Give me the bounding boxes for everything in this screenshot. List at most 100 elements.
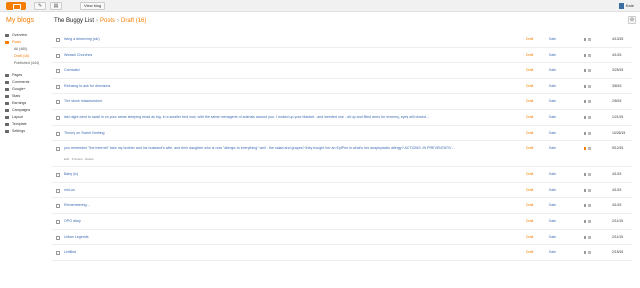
sidebar-item-settings[interactable]: Settings [0, 128, 50, 135]
post-title-link[interactable]: Carnivals! [64, 68, 456, 73]
post-title-link[interactable]: Refusing to ask for directions [64, 84, 456, 89]
post-title-link[interactable]: living a deserving (sic) [64, 37, 456, 42]
row-checkbox[interactable] [56, 219, 60, 224]
sidebar-item-pages[interactable]: Pages [0, 72, 50, 79]
table-row[interactable]: Carnivals! Draft Kate 3/25/15 [52, 63, 632, 79]
table-row[interactable]: you remember "the Internet" fake my brot… [52, 141, 632, 168]
table-row[interactable]: living a deserving (sic) Draft Kate 4/13/15 [52, 32, 632, 48]
post-author-link[interactable]: Kate [549, 53, 556, 58]
sidebar-item-label: Overview [12, 33, 27, 37]
row-checkbox[interactable] [56, 131, 60, 136]
status-badge: Draft [526, 114, 534, 119]
row-checkbox[interactable] [56, 84, 60, 89]
post-title-link[interactable]: The stove misadventure [64, 99, 456, 104]
post-author-link[interactable]: Kate [549, 219, 556, 224]
post-date: 4/1/15 [612, 187, 622, 192]
post-author-link[interactable]: Kate [549, 172, 556, 177]
post-author-link[interactable]: Kate [549, 146, 556, 151]
row-checkbox[interactable] [56, 204, 60, 209]
sidebar-item-template[interactable]: Template [0, 121, 50, 128]
post-actions[interactable]: Edit · Preview · Delete [64, 157, 94, 161]
post-author-link[interactable]: Kate [549, 203, 556, 208]
comment-stats-icon [584, 204, 592, 208]
post-title-link[interactable]: OPO diary [64, 219, 456, 224]
post-author-link[interactable]: Kate [549, 99, 556, 104]
post-title-link[interactable]: Baby (ix) [64, 172, 456, 177]
sidebar-item-comments[interactable]: Comments [0, 79, 50, 86]
breadcrumb-blog[interactable]: The Buggy List [54, 18, 94, 24]
post-author-link[interactable]: Kate [549, 68, 556, 73]
layout-icon [5, 116, 9, 119]
top-bar: ✎ ▤ View blog Kate [0, 0, 640, 12]
table-row[interactable]: Untitled Draft Kate 2/15/15 [52, 245, 632, 261]
comment-stats-icon [584, 84, 592, 88]
post-title-link[interactable]: Theory on Sweet Nothing [64, 131, 456, 136]
post-title-link[interactable]: mid-us [64, 188, 456, 193]
table-row[interactable]: last night went to swall in on your area… [52, 110, 632, 126]
table-row[interactable]: Theory on Sweet Nothing Draft Kate 10/26/15 [52, 126, 632, 142]
sidebar-item-label: Settings [12, 129, 25, 133]
row-checkbox[interactable] [56, 173, 60, 178]
table-row[interactable]: Remembering... Draft Kate 4/1/15 [52, 198, 632, 214]
row-checkbox[interactable] [56, 115, 60, 120]
sidebar-item-google-plus[interactable]: Google+ [0, 86, 50, 93]
comments-icon [5, 81, 9, 84]
comment-stats-icon [584, 147, 592, 151]
post-date: 10/26/15 [612, 130, 626, 135]
post-title-link[interactable]: Urban Legends [64, 235, 456, 240]
user-name: Kate [625, 3, 634, 8]
sidebar-item-earnings[interactable]: Earnings [0, 100, 50, 107]
table-row[interactable]: Refusing to ask for directions Draft Kate 3… [52, 79, 632, 95]
user-menu[interactable]: Kate [618, 2, 634, 10]
row-checkbox[interactable] [56, 188, 60, 193]
row-checkbox[interactable] [56, 69, 60, 74]
post-author-link[interactable]: Kate [549, 235, 556, 240]
post-author-link[interactable]: Kate [549, 84, 556, 89]
sidebar-item-campaigns[interactable]: Campaigns [0, 107, 50, 114]
post-author-link[interactable]: Kate [549, 131, 556, 136]
gear-icon[interactable]: ⚙ [628, 16, 636, 24]
campaigns-icon [5, 109, 9, 112]
row-checkbox[interactable] [56, 38, 60, 42]
breadcrumb-separator: › [96, 18, 99, 24]
post-author-link[interactable]: Kate [549, 115, 556, 120]
post-author-link[interactable]: Kate [549, 188, 556, 193]
table-row[interactable]: Weasel Churches Draft Kate 4/1/15 [52, 48, 632, 64]
sidebar-item-layout[interactable]: Layout [0, 114, 50, 121]
post-title-link[interactable]: Weasel Churches [64, 53, 456, 58]
post-date: 4/1/15 [612, 172, 622, 177]
post-date: 3/25/15 [612, 68, 624, 73]
page-icon[interactable]: ▤ [50, 2, 62, 10]
post-author-link[interactable]: Kate [549, 37, 556, 42]
table-row[interactable]: Baby (ix) Draft Kate 4/1/15 [52, 167, 632, 183]
sidebar-item-overview[interactable]: Overview [0, 32, 50, 39]
post-title-link[interactable]: you remember "the Internet" fake my brot… [64, 146, 456, 151]
sidebar-subitem-published[interactable]: Published (444) [0, 60, 50, 67]
comment-stats-icon [584, 235, 592, 239]
sidebar-subitem-all[interactable]: All (460) [0, 46, 50, 53]
row-checkbox[interactable] [56, 235, 60, 240]
row-checkbox[interactable] [56, 147, 60, 152]
post-title-link[interactable]: last night went to swall in on your area… [64, 115, 456, 120]
pencil-icon[interactable]: ✎ [34, 2, 46, 10]
view-blog-button[interactable]: View blog [80, 2, 106, 10]
row-checkbox[interactable] [56, 53, 60, 58]
post-date: 4/1/15 [612, 203, 622, 208]
row-checkbox[interactable] [56, 100, 60, 105]
blogger-logo-button[interactable] [6, 2, 26, 10]
post-date: 3/8/15 [612, 83, 622, 88]
post-title-link[interactable]: Remembering... [64, 203, 456, 208]
breadcrumb-posts[interactable]: Posts [100, 18, 115, 24]
sidebar-item-stats[interactable]: Stats [0, 93, 50, 100]
table-row[interactable]: OPO diary Draft Kate 2/11/15 [52, 214, 632, 230]
table-row[interactable]: mid-us Draft Kate 4/1/15 [52, 183, 632, 199]
sidebar-item-posts[interactable]: Posts [0, 39, 50, 46]
sidebar-subitem-draft[interactable]: Draft (16) [0, 53, 50, 60]
table-row[interactable]: Urban Legends Draft Kate 2/11/15 [52, 230, 632, 246]
my-blogs-link[interactable]: My blogs [6, 17, 34, 24]
table-row[interactable]: The stove misadventure Draft Kate 2/8/15 [52, 94, 632, 110]
post-title-link[interactable]: Untitled [64, 250, 456, 255]
pages-icon [5, 74, 9, 77]
post-author-link[interactable]: Kate [549, 250, 556, 255]
row-checkbox[interactable] [56, 251, 60, 256]
